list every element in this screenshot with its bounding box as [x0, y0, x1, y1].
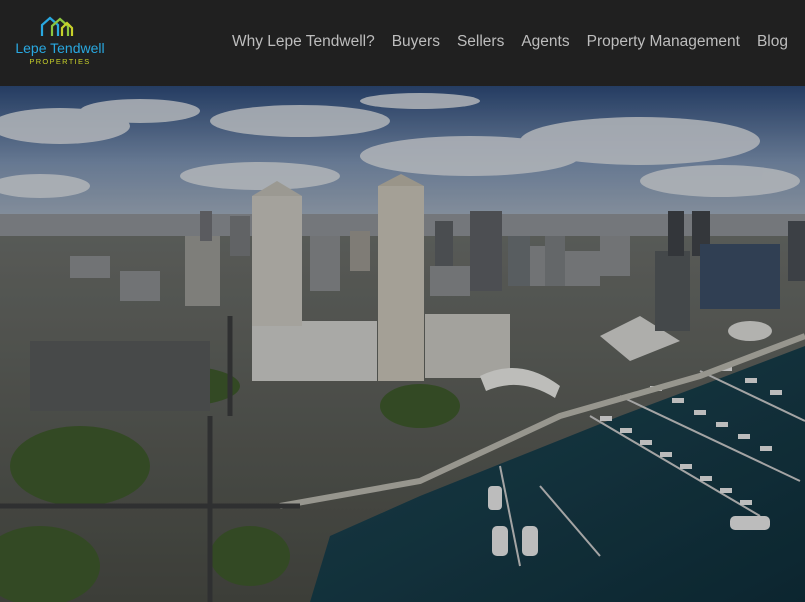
brand-logo[interactable]: Lepe Tendwell PROPERTIES: [10, 16, 110, 68]
brand-tagline: PROPERTIES: [29, 57, 91, 66]
nav-why-lepe-tendwell[interactable]: Why Lepe Tendwell?: [232, 32, 375, 52]
nav-buyers[interactable]: Buyers: [392, 32, 440, 52]
nav-sellers[interactable]: Sellers: [457, 32, 504, 52]
main-nav: Why Lepe Tendwell? Buyers Sellers Agents…: [232, 32, 788, 52]
hero-banner: [0, 86, 805, 602]
hero-cityscape-image: [0, 86, 805, 602]
nav-property-management[interactable]: Property Management: [587, 32, 740, 52]
site-header: Lepe Tendwell PROPERTIES Why Lepe Tendwe…: [0, 0, 805, 86]
house-roof-logo-icon: [40, 16, 74, 36]
brand-name: Lepe Tendwell: [15, 40, 105, 56]
nav-agents[interactable]: Agents: [521, 32, 569, 52]
nav-blog[interactable]: Blog: [757, 32, 788, 52]
